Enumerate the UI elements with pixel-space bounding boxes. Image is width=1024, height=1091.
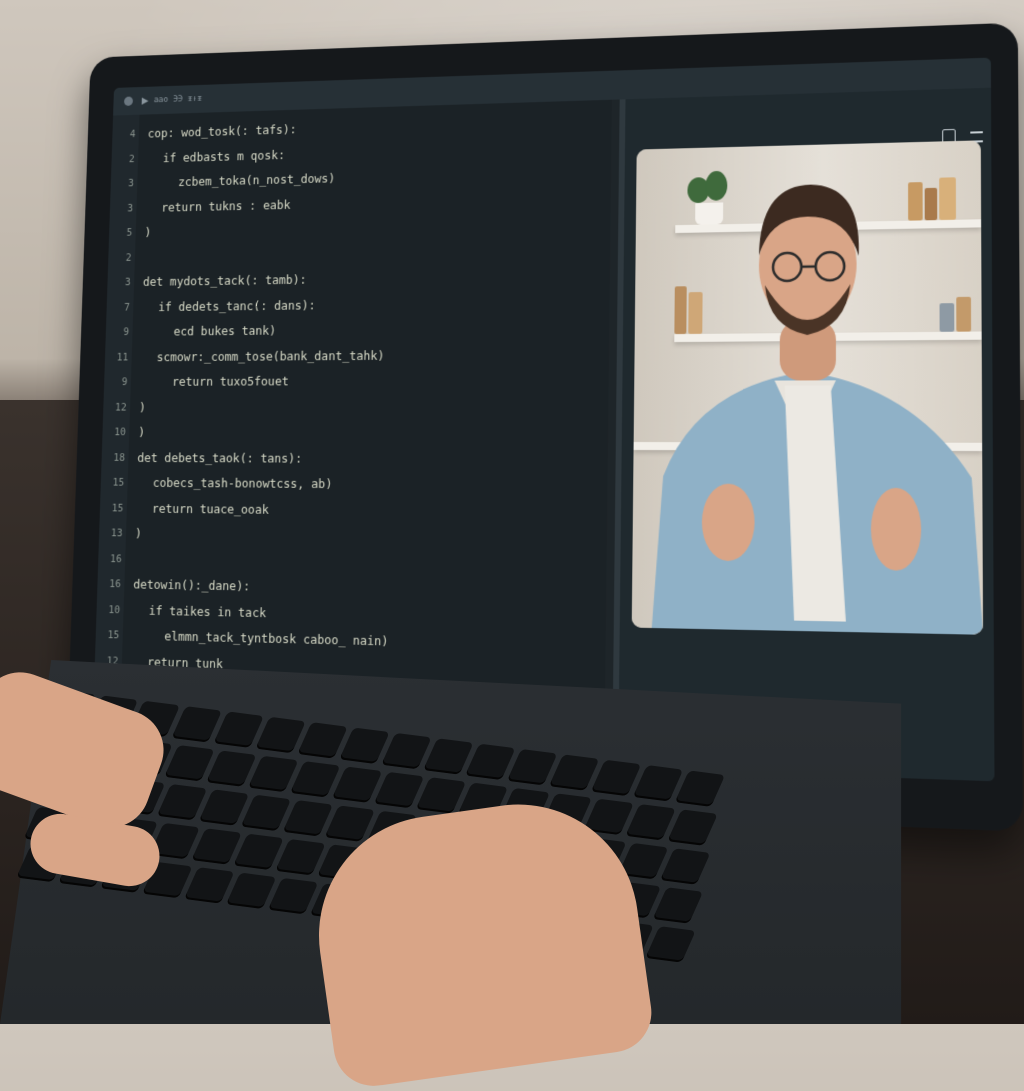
keyboard-key[interactable] bbox=[507, 749, 557, 785]
line-number: 3 bbox=[114, 173, 134, 194]
code-text: if edbasts m qosk: bbox=[163, 144, 286, 168]
code-text: det debets_taok(: tans): bbox=[137, 447, 302, 469]
code-line[interactable]: 16 detowin():_dane): bbox=[97, 573, 606, 603]
keyboard-key[interactable] bbox=[549, 754, 599, 790]
keyboard-key[interactable] bbox=[653, 887, 703, 923]
keyboard-key[interactable] bbox=[625, 804, 675, 840]
keyboard-key[interactable] bbox=[226, 873, 276, 909]
keyboard-key[interactable] bbox=[213, 711, 263, 747]
code-line[interactable]: 11 scmowr:_comm_tose(bank_dant_tahk) bbox=[105, 343, 609, 368]
keyboard-key[interactable] bbox=[667, 809, 717, 845]
line-number: 2 bbox=[112, 247, 132, 268]
line-number: 9 bbox=[109, 322, 129, 343]
code-text: ) bbox=[139, 397, 146, 418]
keyboard-key[interactable] bbox=[241, 795, 291, 831]
keyboard-key[interactable] bbox=[268, 878, 318, 914]
keyboard-key[interactable] bbox=[591, 760, 641, 796]
code-text: zcbem_toka(n_nost_dows) bbox=[178, 168, 336, 193]
video-call-pane bbox=[612, 87, 994, 781]
code-line[interactable]: 3 det mydots_tack(: tamb): bbox=[107, 265, 610, 293]
line-number: 2 bbox=[115, 149, 135, 170]
code-line[interactable]: 12) bbox=[103, 396, 608, 418]
code-text: return tuace_ooak bbox=[152, 498, 269, 520]
keyboard-key[interactable] bbox=[465, 744, 515, 780]
line-number: 16 bbox=[101, 573, 121, 594]
line-number: 3 bbox=[113, 198, 133, 219]
code-line[interactable]: 9 return tuxo5fouet bbox=[104, 369, 609, 392]
code-text: return tuxo5fouet bbox=[172, 371, 289, 392]
code-text: cobecs_tash-bonowtcss, ab) bbox=[152, 472, 332, 494]
code-line[interactable]: 15 return tuace_ooak bbox=[100, 497, 608, 523]
keyboard-key[interactable] bbox=[423, 738, 473, 774]
code-line[interactable]: 16 bbox=[98, 548, 607, 577]
line-number: 10 bbox=[106, 422, 126, 443]
keyboard-key[interactable] bbox=[233, 834, 283, 870]
keyboard-key[interactable] bbox=[374, 772, 424, 808]
keyboard-key[interactable] bbox=[645, 926, 695, 962]
code-text: ) bbox=[138, 422, 145, 443]
line-number: 3 bbox=[111, 272, 131, 293]
person-silhouette bbox=[632, 140, 983, 634]
code-line[interactable]: 2 bbox=[108, 239, 610, 269]
keyboard-key[interactable] bbox=[660, 848, 710, 884]
code-line[interactable]: 9 ecd bukes tank) bbox=[106, 317, 610, 343]
keyboard-key[interactable] bbox=[416, 777, 466, 813]
line-number: 9 bbox=[107, 372, 127, 393]
keyboard-key[interactable] bbox=[297, 722, 347, 758]
keyboard-key[interactable] bbox=[206, 750, 256, 786]
line-number: 18 bbox=[105, 447, 125, 468]
line-number: 4 bbox=[116, 124, 136, 145]
keyboard-key[interactable] bbox=[283, 800, 333, 836]
keyboard-key[interactable] bbox=[164, 745, 214, 781]
code-line[interactable]: 5) bbox=[109, 213, 611, 244]
play-icon[interactable]: ▶ bbox=[142, 96, 149, 106]
code-text: ecd bukes tank) bbox=[173, 320, 276, 342]
circle-icon[interactable] bbox=[124, 96, 133, 106]
code-line[interactable]: 13) bbox=[99, 523, 607, 551]
code-text: if taikes in tack bbox=[149, 600, 267, 624]
code-text: det mydots_tack(: tamb): bbox=[143, 269, 307, 292]
keyboard-key[interactable] bbox=[157, 784, 207, 820]
code-line[interactable]: 18 det debets_taok(: tans): bbox=[101, 447, 608, 470]
code-text: detowin():_dane): bbox=[133, 574, 250, 597]
keyboard-key[interactable] bbox=[290, 761, 340, 797]
line-number: 13 bbox=[102, 523, 122, 544]
keyboard-key[interactable] bbox=[199, 789, 249, 825]
keyboard-key[interactable] bbox=[191, 828, 241, 864]
line-number: 15 bbox=[99, 624, 119, 646]
keyboard-key[interactable] bbox=[275, 839, 325, 875]
keyboard-key[interactable] bbox=[675, 770, 725, 806]
code-line[interactable]: 7 if dedets_tanc(: dans): bbox=[106, 291, 609, 318]
keyboard-key[interactable] bbox=[339, 728, 389, 764]
titlebar-menu[interactable]: aao ∋∋ ᵻᵼᵻ bbox=[154, 94, 202, 105]
line-number: 5 bbox=[112, 222, 132, 243]
line-number: 15 bbox=[103, 497, 123, 518]
code-text: ) bbox=[135, 523, 142, 544]
line-number: 11 bbox=[108, 347, 128, 368]
code-text: cop: wod_tosk(: tafs): bbox=[147, 119, 296, 144]
code-text: scmowr:_comm_tose(bank_dant_tahk) bbox=[156, 345, 384, 368]
keyboard-key[interactable] bbox=[255, 717, 305, 753]
code-text: if dedets_tanc(: dans): bbox=[158, 294, 316, 317]
line-number: 15 bbox=[104, 472, 124, 493]
line-number: 12 bbox=[107, 397, 127, 418]
keyboard-key[interactable] bbox=[633, 765, 683, 801]
code-line[interactable]: 10) bbox=[102, 422, 608, 444]
code-text: return tukns : eabk bbox=[161, 194, 291, 218]
line-number: 10 bbox=[100, 599, 120, 621]
keyboard-key[interactable] bbox=[332, 766, 382, 802]
code-text: ) bbox=[144, 222, 151, 243]
keyboard-key[interactable] bbox=[184, 867, 234, 903]
keyboard-key[interactable] bbox=[172, 706, 222, 742]
video-feed bbox=[632, 140, 983, 634]
keyboard-key[interactable] bbox=[248, 756, 298, 792]
code-line[interactable]: 15 cobecs_tash-bonowtcss, ab) bbox=[100, 472, 607, 497]
keyboard-key[interactable] bbox=[325, 805, 375, 841]
line-number: 16 bbox=[102, 548, 122, 569]
keyboard-key[interactable] bbox=[381, 733, 431, 769]
line-number: 7 bbox=[110, 297, 130, 318]
code-text: elmmn_tack_tyntbosk caboo_ nain) bbox=[164, 626, 389, 653]
